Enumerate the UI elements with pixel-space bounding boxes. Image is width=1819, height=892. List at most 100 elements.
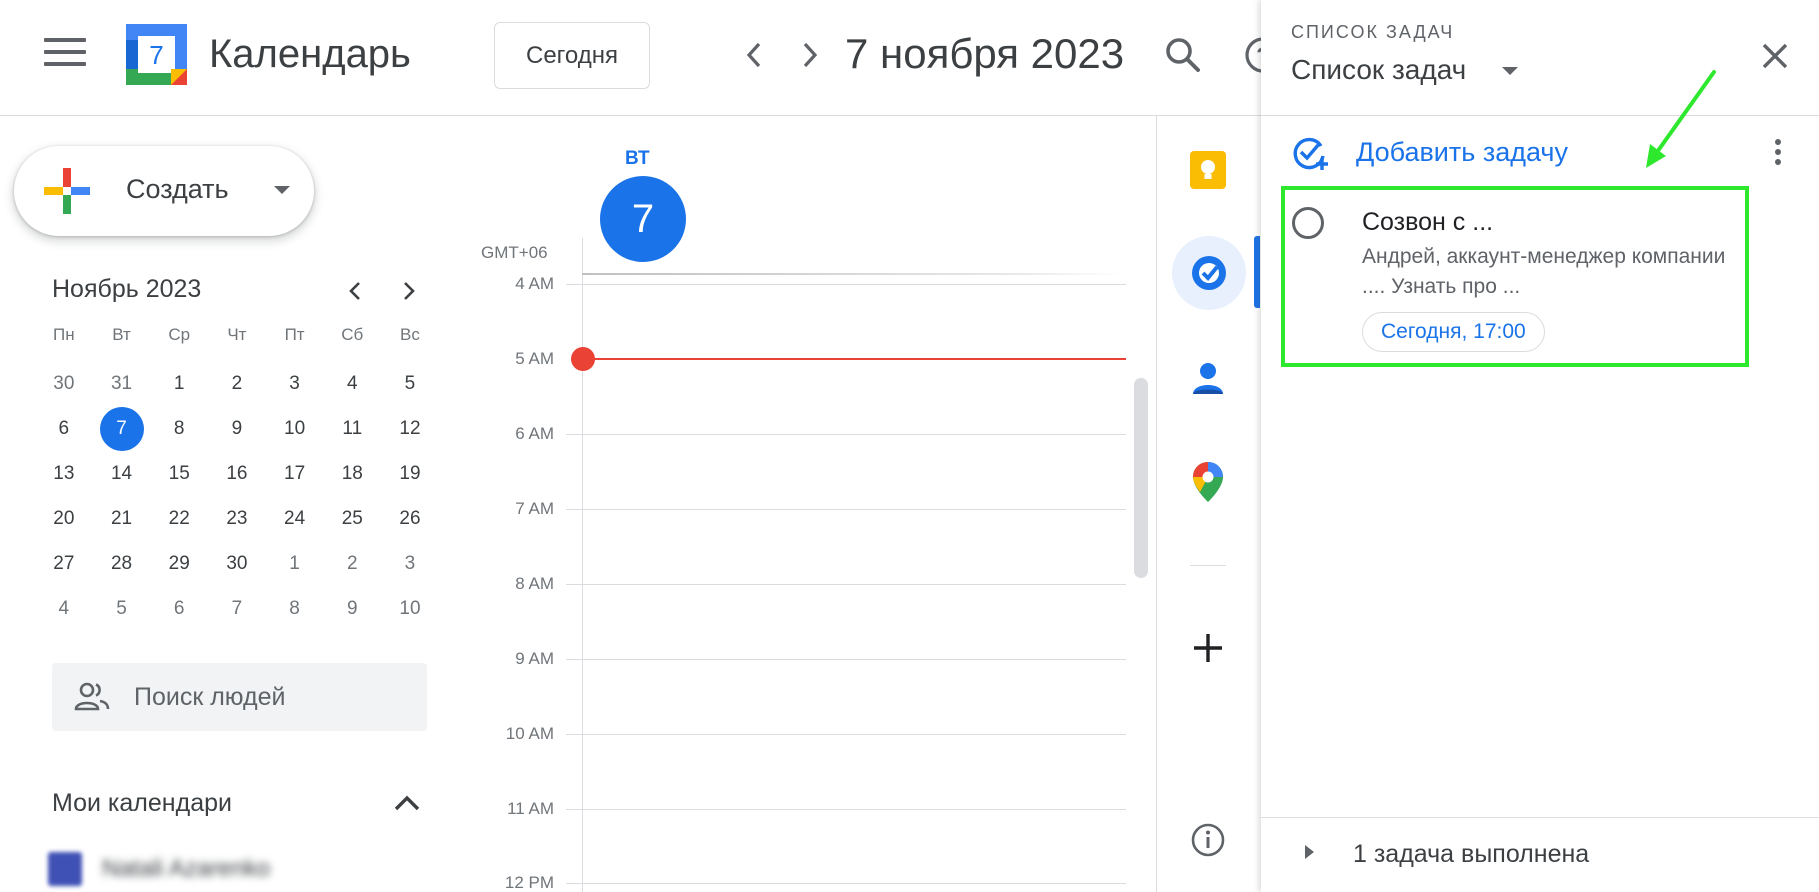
mini-calendar-day[interactable]: 23 bbox=[208, 508, 266, 530]
main-menu-icon[interactable] bbox=[44, 38, 86, 72]
next-period-icon[interactable] bbox=[793, 38, 827, 72]
hour-gridline bbox=[566, 584, 1126, 585]
mini-calendar-day[interactable]: 8 bbox=[266, 598, 324, 620]
mini-calendar-day[interactable]: 5 bbox=[93, 598, 151, 620]
mini-calendar-week: 20 21 22 23 24 25 26 bbox=[35, 496, 439, 541]
mini-calendar-day[interactable]: 9 bbox=[323, 598, 381, 620]
hour-gridline bbox=[566, 659, 1126, 660]
hour-label: 7 AM bbox=[515, 499, 554, 518]
mini-calendar-day[interactable]: 2 bbox=[208, 373, 266, 395]
chevron-up-icon[interactable] bbox=[390, 788, 424, 818]
mini-calendar-day[interactable]: 16 bbox=[208, 463, 266, 485]
mini-calendar-day[interactable]: 24 bbox=[266, 508, 324, 530]
prev-period-icon[interactable] bbox=[737, 38, 771, 72]
mini-calendar-day[interactable]: 18 bbox=[323, 463, 381, 485]
mini-calendar-prev-icon[interactable] bbox=[340, 276, 370, 306]
mini-calendar-day[interactable]: 3 bbox=[381, 553, 439, 575]
mini-calendar-day[interactable]: 6 bbox=[35, 418, 93, 440]
close-icon[interactable] bbox=[1759, 40, 1791, 72]
mini-calendar-day[interactable]: 21 bbox=[93, 508, 151, 530]
mini-calendar-day[interactable]: 11 bbox=[323, 418, 381, 440]
create-button[interactable]: Создать bbox=[14, 146, 314, 236]
timezone-label: GMT+06 bbox=[481, 243, 548, 262]
calendar-item-name: Natali Azarenko bbox=[102, 855, 271, 882]
today-button[interactable]: Сегодня bbox=[494, 22, 650, 89]
mini-calendar-day[interactable]: 10 bbox=[381, 598, 439, 620]
mini-calendar-day[interactable]: 12 bbox=[381, 418, 439, 440]
mini-calendar-day[interactable]: 14 bbox=[93, 463, 151, 485]
plus-icon bbox=[1194, 634, 1222, 662]
mini-calendar-day[interactable]: 8 bbox=[150, 418, 208, 440]
maps-app-button[interactable] bbox=[1182, 456, 1234, 508]
current-time-line bbox=[583, 358, 1126, 360]
info-button[interactable] bbox=[1182, 814, 1234, 866]
create-plus-icon bbox=[44, 168, 90, 214]
mini-calendar-day[interactable]: 3 bbox=[266, 373, 324, 395]
hour-gridline bbox=[566, 734, 1126, 735]
mini-calendar-day[interactable]: 7 bbox=[208, 598, 266, 620]
side-panel-divider bbox=[1156, 116, 1157, 892]
day-grid-divider bbox=[582, 238, 583, 892]
tasks-icon bbox=[1192, 256, 1226, 290]
add-task-button[interactable]: Добавить задачу bbox=[1356, 137, 1568, 168]
mini-calendar-day[interactable]: 30 bbox=[208, 553, 266, 575]
mini-calendar-day[interactable]: 5 bbox=[381, 373, 439, 395]
day-of-week-label: ВТ bbox=[625, 148, 650, 169]
mini-calendar-day[interactable]: 25 bbox=[323, 508, 381, 530]
contacts-app-button[interactable] bbox=[1182, 352, 1234, 404]
mini-calendar-day[interactable]: 17 bbox=[266, 463, 324, 485]
mini-calendar-day[interactable]: 26 bbox=[381, 508, 439, 530]
tasks-app-button[interactable] bbox=[1172, 236, 1246, 310]
hour-label: 6 AM bbox=[515, 424, 554, 443]
mini-calendar-day[interactable]: 9 bbox=[208, 418, 266, 440]
mini-calendar-day[interactable]: 19 bbox=[381, 463, 439, 485]
calendar-item[interactable]: Natali Azarenko bbox=[48, 852, 270, 886]
expand-arrow-icon[interactable] bbox=[1299, 840, 1319, 864]
completed-tasks-toggle[interactable]: 1 задача выполнена bbox=[1353, 840, 1589, 869]
mini-calendar-day[interactable]: 29 bbox=[150, 553, 208, 575]
mini-calendar-day[interactable]: 4 bbox=[323, 373, 381, 395]
current-date-title: 7 ноября 2023 bbox=[845, 30, 1125, 77]
mini-calendar-day[interactable]: 1 bbox=[150, 373, 208, 395]
search-icon[interactable] bbox=[1163, 35, 1203, 75]
task-list-selector[interactable]: Список задач bbox=[1291, 54, 1466, 86]
day-number-badge[interactable]: 7 bbox=[600, 176, 686, 262]
mini-calendar-day[interactable]: 4 bbox=[35, 598, 93, 620]
hour-label: 8 AM bbox=[515, 574, 554, 593]
task-notes: Андрей, аккаунт-менеджер компании .... У… bbox=[1362, 245, 1726, 298]
mini-calendar-day[interactable]: 22 bbox=[150, 508, 208, 530]
mini-calendar-day[interactable]: 31 bbox=[93, 373, 151, 395]
get-addons-button[interactable] bbox=[1182, 622, 1234, 674]
task-due-chip[interactable]: Сегодня, 17:00 bbox=[1362, 312, 1545, 352]
mini-calendar-day-selected[interactable]: 7 bbox=[93, 406, 151, 451]
more-vert-icon[interactable] bbox=[1766, 134, 1790, 170]
mini-calendar-day[interactable]: 28 bbox=[93, 553, 151, 575]
people-search-input[interactable] bbox=[134, 679, 414, 715]
task-complete-checkbox[interactable] bbox=[1292, 207, 1324, 239]
keep-app-button[interactable] bbox=[1182, 144, 1234, 196]
mini-calendar-day[interactable]: 6 bbox=[150, 598, 208, 620]
mini-calendar-day[interactable]: 15 bbox=[150, 463, 208, 485]
add-task-icon[interactable] bbox=[1291, 134, 1329, 172]
day-view-scrollbar[interactable] bbox=[1134, 378, 1148, 578]
info-icon bbox=[1191, 823, 1225, 857]
task-item[interactable]: Созвон с ... Андрей, аккаунт-менеджер ко… bbox=[1281, 186, 1749, 367]
mini-calendar-next-icon[interactable] bbox=[394, 276, 424, 306]
calendar-checkbox[interactable] bbox=[48, 852, 82, 886]
weekday-label: Сб bbox=[341, 325, 364, 344]
maps-icon bbox=[1193, 462, 1223, 502]
weekday-label: Вс bbox=[400, 325, 420, 344]
mini-calendar-day[interactable]: 30 bbox=[35, 373, 93, 395]
mini-calendar-day[interactable]: 13 bbox=[35, 463, 93, 485]
mini-calendar-day[interactable]: 20 bbox=[35, 508, 93, 530]
hour-gridline bbox=[566, 284, 1126, 285]
mini-calendar-day[interactable]: 2 bbox=[323, 553, 381, 575]
mini-calendar-day[interactable]: 10 bbox=[266, 418, 324, 440]
people-icon bbox=[74, 682, 110, 711]
tasks-panel-kicker: СПИСОК ЗАДАЧ bbox=[1291, 22, 1455, 42]
mini-calendar-week: 27 28 29 30 1 2 3 bbox=[35, 541, 439, 586]
all-day-divider bbox=[582, 273, 1122, 275]
caret-down-icon[interactable] bbox=[1502, 67, 1518, 75]
mini-calendar-day[interactable]: 27 bbox=[35, 553, 93, 575]
mini-calendar-day[interactable]: 1 bbox=[266, 553, 324, 575]
